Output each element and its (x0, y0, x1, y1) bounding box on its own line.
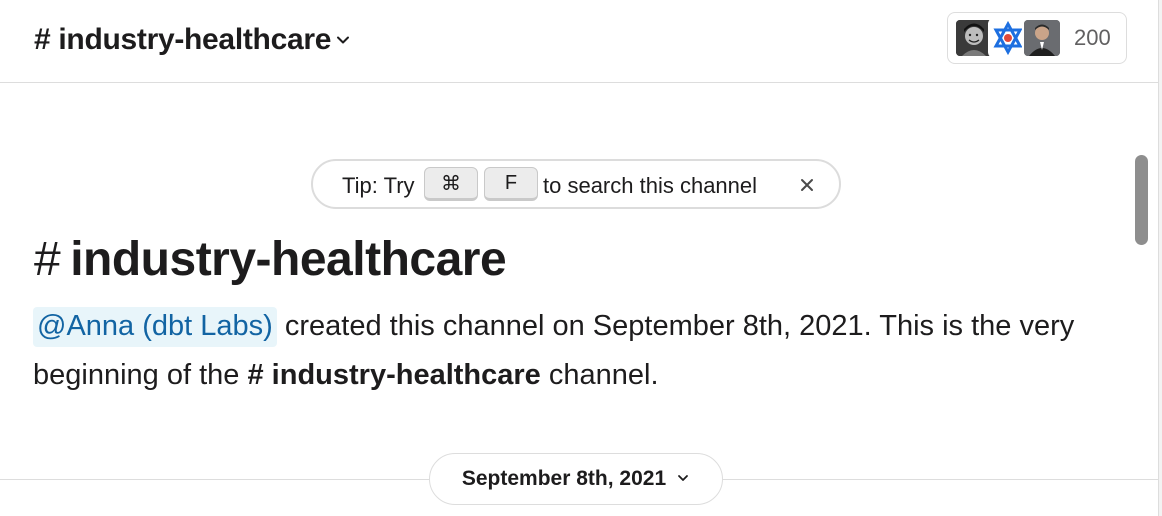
tip-suffix: to search this channel (543, 173, 758, 198)
chevron-down-icon (335, 32, 351, 48)
channel-hash-icon: # (34, 23, 51, 56)
member-avatars (954, 18, 1062, 58)
channel-intro-title: # industry-healthcare (34, 230, 507, 290)
channel-header: # industry-healthcare 200 (0, 0, 1158, 83)
intro-text-part2: channel. (540, 359, 659, 391)
channel-ref-name: industry-healthcare (271, 359, 541, 391)
chevron-down-icon (676, 467, 690, 491)
channel-reference-link[interactable]: # industry-healthcare (247, 359, 540, 391)
avatar (1022, 18, 1062, 58)
members-button[interactable]: 200 (947, 12, 1127, 64)
scrollbar-thumb[interactable] (1135, 155, 1148, 245)
channel-name-label: industry-healthcare (58, 23, 332, 56)
member-count: 200 (1074, 25, 1111, 50)
date-label: September 8th, 2021 (461, 467, 667, 490)
channel-ref-hash: # (247, 359, 264, 391)
user-mention-link[interactable]: @Anna (dbt Labs) (33, 307, 277, 347)
close-icon[interactable] (795, 173, 819, 197)
channel-name-button[interactable]: # industry-healthcare (34, 20, 351, 60)
tip-prefix: Tip: Try (342, 173, 415, 198)
command-key-icon: ⌘ (424, 167, 478, 201)
channel-hash-icon: # (34, 233, 61, 286)
date-divider-button[interactable]: September 8th, 2021 (429, 453, 723, 505)
channel-intro-text: @Anna (dbt Labs) created this channel on… (33, 302, 1113, 400)
f-key: F (484, 167, 538, 201)
scrollbar-track (1158, 0, 1162, 516)
search-tip-banner: Tip: Try ⌘ F to search this channel (311, 159, 841, 209)
channel-intro-name: industry-healthcare (70, 233, 507, 286)
